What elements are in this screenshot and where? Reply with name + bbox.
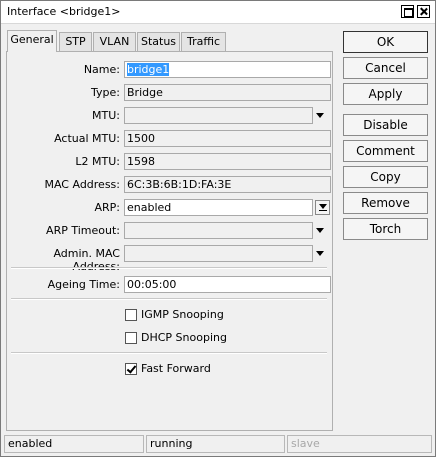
comment-button[interactable]: Comment	[343, 140, 428, 162]
fast-forward-label: Fast Forward	[141, 362, 211, 375]
window-title: Interface <bridge1>	[7, 5, 121, 18]
interface-window: Interface <bridge1> General STP VLAN Sta…	[0, 0, 436, 457]
igmp-snooping-checkbox[interactable]	[125, 309, 137, 321]
actual-mtu-label: Actual MTU:	[54, 132, 120, 145]
tab-traffic[interactable]: Traffic	[181, 32, 226, 51]
igmp-snooping-label: IGMP Snooping	[141, 308, 224, 321]
dhcp-snooping-label: DHCP Snooping	[141, 331, 227, 344]
arp-dropdown-icon[interactable]	[315, 200, 330, 215]
close-icon[interactable]	[417, 5, 430, 18]
actual-mtu-field: 1500	[124, 130, 331, 147]
general-panel: Name: bridge1 Type: Bridge MTU: Actual M…	[6, 51, 333, 431]
admin-mac-label: Admin. MAC Address:	[53, 247, 120, 273]
status-enabled: enabled	[4, 435, 144, 453]
mtu-dropdown-icon[interactable]	[316, 113, 324, 118]
disable-button[interactable]: Disable	[343, 114, 428, 136]
mac-address-label: MAC Address:	[44, 178, 120, 191]
copy-button[interactable]: Copy	[343, 166, 428, 188]
mtu-field[interactable]	[124, 107, 313, 124]
arp-timeout-label: ARP Timeout:	[46, 224, 120, 237]
mac-address-field: 6C:3B:6B:1D:FA:3E	[124, 176, 331, 193]
status-running: running	[146, 435, 285, 453]
l2-mtu-field: 1598	[124, 153, 331, 170]
ageing-time-field[interactable]: 00:05:00	[124, 276, 331, 293]
divider	[11, 267, 327, 269]
fast-forward-checkbox[interactable]	[125, 363, 137, 375]
cancel-button[interactable]: Cancel	[343, 57, 428, 79]
arp-timeout-dropdown-icon[interactable]	[316, 228, 324, 233]
admin-mac-field[interactable]	[124, 245, 313, 262]
admin-mac-dropdown-icon[interactable]	[316, 251, 324, 256]
arp-label: ARP:	[94, 201, 120, 214]
tab-vlan[interactable]: VLAN	[93, 32, 136, 51]
name-field[interactable]: bridge1	[124, 61, 331, 78]
divider	[11, 298, 327, 300]
title-bar: Interface <bridge1>	[1, 1, 435, 24]
tab-status[interactable]: Status	[137, 32, 180, 51]
ok-button[interactable]: OK	[343, 31, 428, 53]
arp-select[interactable]: enabled	[124, 199, 313, 216]
divider	[11, 352, 327, 354]
name-value: bridge1	[127, 63, 170, 76]
maximize-icon[interactable]	[401, 5, 414, 18]
torch-button[interactable]: Torch	[343, 218, 428, 240]
tab-stp[interactable]: STP	[59, 32, 92, 51]
arp-timeout-field[interactable]	[124, 222, 313, 239]
name-label: Name:	[83, 63, 120, 76]
status-slave: slave	[287, 435, 432, 453]
l2-mtu-label: L2 MTU:	[75, 155, 120, 168]
type-field: Bridge	[124, 84, 331, 101]
remove-button[interactable]: Remove	[343, 192, 428, 214]
mtu-label: MTU:	[92, 109, 120, 122]
type-label: Type:	[91, 86, 120, 99]
tab-general[interactable]: General	[7, 30, 57, 52]
dhcp-snooping-checkbox[interactable]	[125, 332, 137, 344]
ageing-time-label: Ageing Time:	[47, 278, 120, 291]
apply-button[interactable]: Apply	[343, 83, 428, 105]
